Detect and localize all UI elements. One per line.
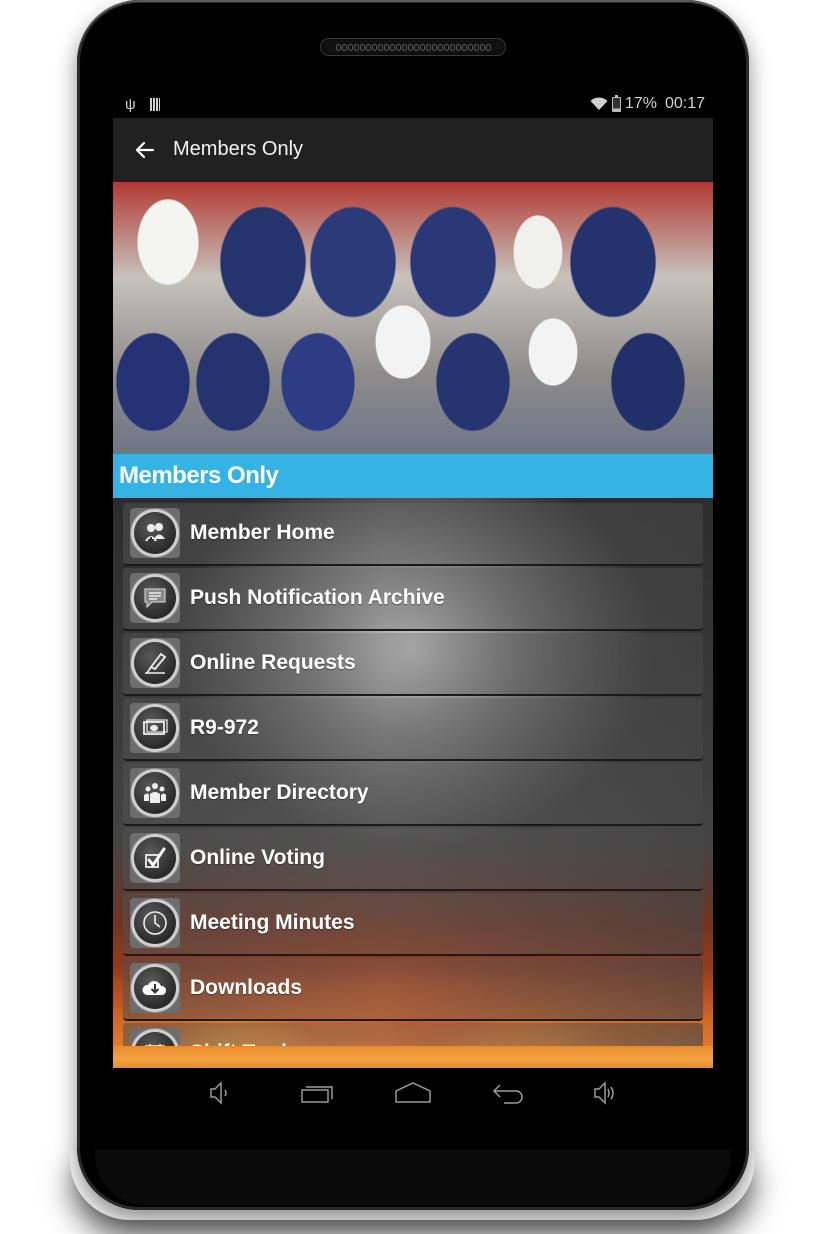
cloud-download-icon (134, 967, 176, 1009)
tablet-chin (95, 1150, 731, 1205)
usb-icon: ψ (125, 96, 136, 113)
battery-percent: 17% (624, 95, 657, 112)
menu-list[interactable]: Member Home Push Notification Archive On… (113, 498, 713, 1068)
hero-caption-bar: Members Only (113, 454, 713, 498)
back-icon[interactable] (490, 1081, 528, 1105)
volume-down-icon[interactable] (209, 1081, 231, 1105)
menu-item-label: Online Voting (190, 846, 325, 869)
menu-item-member-home[interactable]: Member Home (123, 503, 703, 566)
menu-item-label: Meeting Minutes (190, 911, 355, 934)
screen: ψ 17% 00:17 Members Only Members Only Me… (113, 90, 713, 1068)
footer-bar (113, 1046, 713, 1068)
menu-item-downloads[interactable]: Downloads (123, 958, 703, 1021)
wifi-icon (590, 97, 608, 110)
menu-item-label: Member Home (190, 521, 335, 544)
members-add-icon (134, 512, 176, 554)
people-group-icon (134, 772, 176, 814)
menu-item-label: Member Directory (190, 781, 369, 804)
hero-image (113, 182, 713, 454)
app-bar: Members Only (113, 118, 713, 182)
menu-item-online-voting[interactable]: Online Voting (123, 828, 703, 891)
menu-item-online-requests[interactable]: Online Requests (123, 633, 703, 696)
storage-bars-icon (149, 98, 160, 111)
status-bar: ψ 17% 00:17 (113, 90, 713, 118)
recent-apps-icon[interactable] (300, 1081, 336, 1105)
menu-item-meeting-minutes[interactable]: Meeting Minutes (123, 893, 703, 956)
menu-item-member-directory[interactable]: Member Directory (123, 763, 703, 826)
arrow-left-icon[interactable] (133, 138, 157, 162)
speaker-grille (320, 38, 506, 56)
menu-item-push-notification-archive[interactable]: Push Notification Archive (123, 568, 703, 631)
menu-item-label: Online Requests (190, 651, 356, 674)
menu-item-label: R9-972 (190, 716, 259, 739)
money-icon (134, 707, 176, 749)
menu-item-r9-972[interactable]: R9-972 (123, 698, 703, 761)
clock-icon (134, 902, 176, 944)
battery-charging-icon (611, 94, 621, 112)
hand-pen-icon (134, 642, 176, 684)
volume-up-icon[interactable] (593, 1081, 619, 1105)
page-title: Members Only (173, 138, 304, 160)
clock-time: 00:17 (664, 95, 705, 112)
checkbox-check-icon (134, 837, 176, 879)
home-icon[interactable] (394, 1081, 432, 1105)
chat-bubble-icon (134, 577, 176, 619)
menu-item-label: Push Notification Archive (190, 586, 445, 609)
section-title: Members Only (119, 462, 279, 489)
menu-item-label: Downloads (190, 976, 303, 999)
